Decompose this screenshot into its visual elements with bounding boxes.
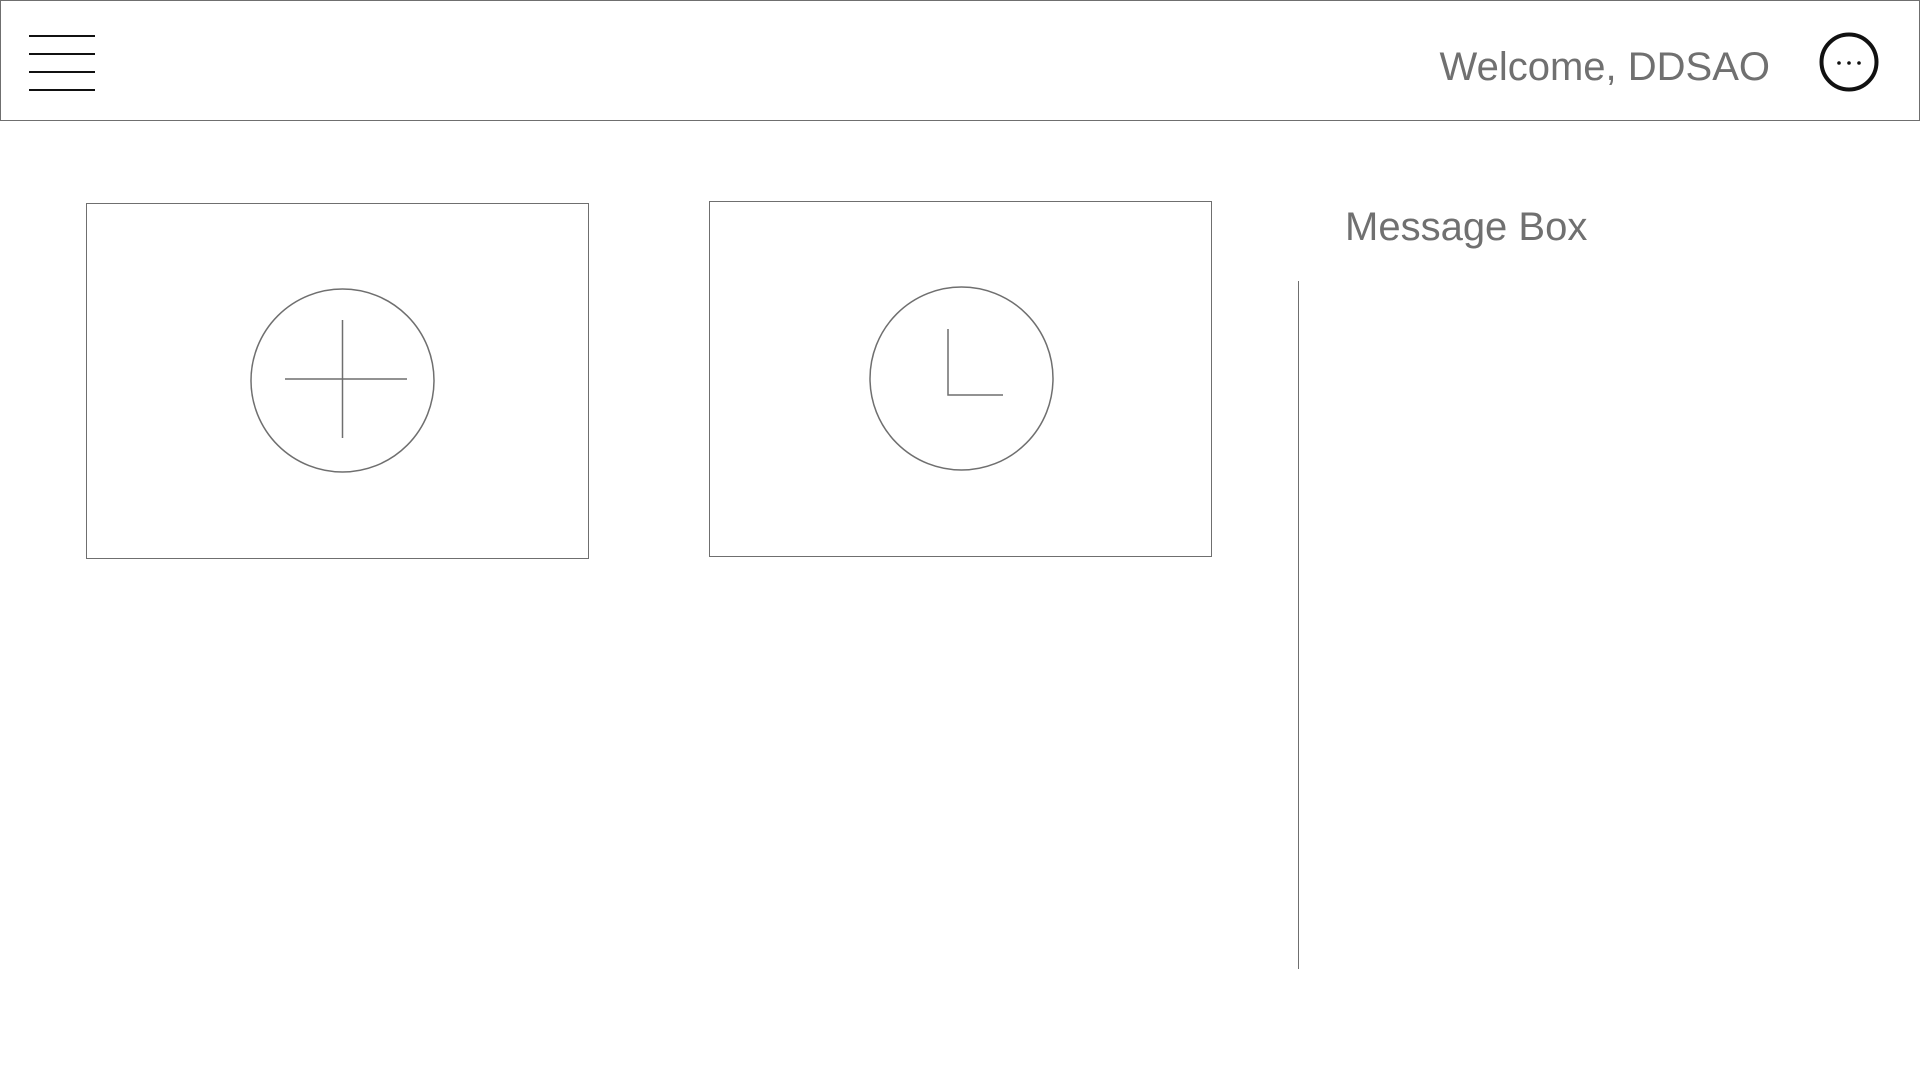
message-box-title: Message Box (1345, 205, 1588, 249)
welcome-text: Welcome, DDSAO (1439, 45, 1770, 89)
history-card[interactable] (709, 201, 1212, 557)
top-bar: Welcome, DDSAO (0, 0, 1920, 121)
hamburger-menu-icon[interactable] (29, 35, 95, 91)
add-new-card[interactable] (86, 203, 589, 559)
clock-icon (869, 286, 1054, 471)
add-circle-icon (250, 288, 435, 473)
more-options-icon[interactable] (1819, 32, 1879, 92)
vertical-divider (1298, 281, 1299, 969)
message-list (1320, 270, 1880, 970)
